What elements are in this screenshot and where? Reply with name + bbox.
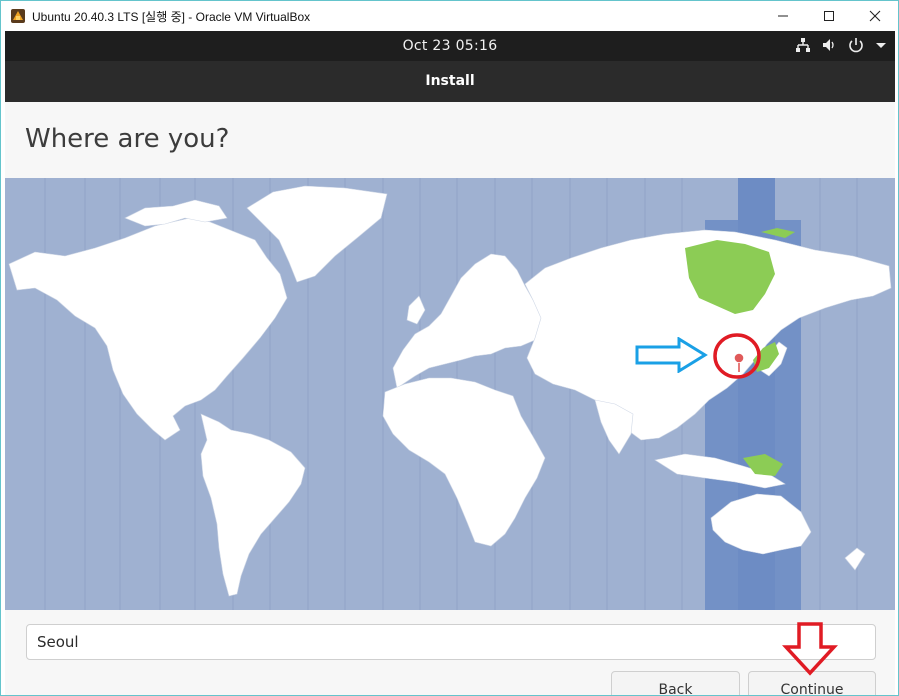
timezone-map[interactable] (5, 178, 895, 610)
africa (382, 377, 546, 547)
ubuntu-top-panel: Oct 23 05:16 (5, 31, 895, 61)
minimize-button[interactable] (760, 1, 806, 31)
north-america (8, 217, 288, 441)
install-header: Install (5, 61, 895, 102)
page-title: Where are you? (25, 124, 230, 154)
close-button[interactable] (852, 1, 898, 31)
minimize-icon (778, 15, 788, 17)
maximize-button[interactable] (806, 1, 852, 31)
new-zealand (844, 547, 866, 571)
maximize-icon (824, 11, 834, 21)
system-tray[interactable] (795, 37, 887, 53)
host-title-bar: Ubuntu 20.40.3 LTS [실행 중] - Oracle VM Vi… (1, 1, 898, 31)
virtualbox-window: Ubuntu 20.40.3 LTS [실행 중] - Oracle VM Vi… (0, 0, 899, 696)
host-window-controls (760, 1, 898, 31)
south-america (200, 413, 306, 597)
clock[interactable]: Oct 23 05:16 (5, 31, 895, 61)
volume-icon[interactable] (821, 37, 837, 53)
power-icon[interactable] (847, 37, 865, 53)
virtualbox-app-icon (10, 8, 26, 24)
host-window-title: Ubuntu 20.40.3 LTS [실행 중] - Oracle VM Vi… (32, 9, 311, 24)
close-icon (869, 10, 881, 22)
world-map[interactable] (5, 178, 895, 610)
chevron-down-icon[interactable] (875, 37, 887, 53)
british-isles (406, 295, 426, 325)
back-button[interactable]: Back (611, 671, 740, 695)
network-icon[interactable] (795, 37, 811, 53)
main-content: Where are you? Seoul Back Continue (5, 102, 895, 695)
continue-button[interactable]: Continue (748, 671, 876, 695)
location-input[interactable]: Seoul (26, 624, 876, 660)
